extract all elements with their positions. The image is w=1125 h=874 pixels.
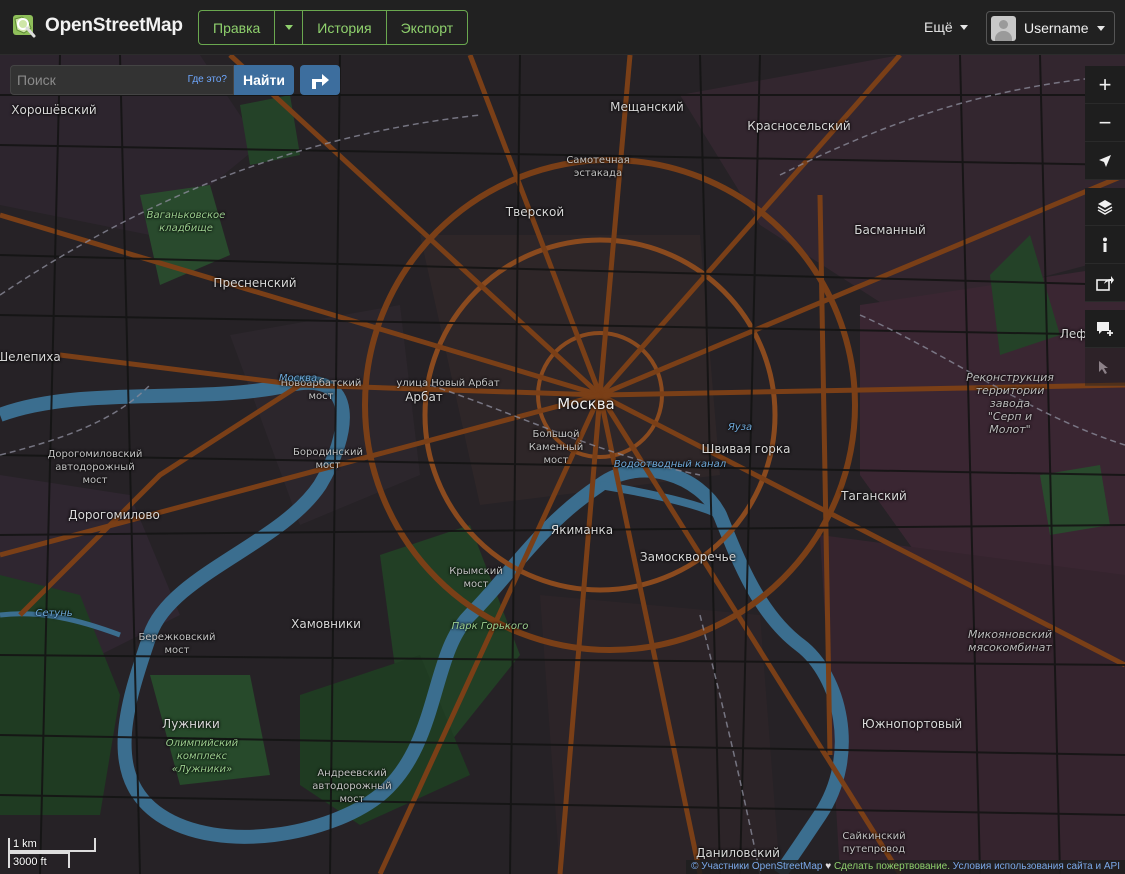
chevron-down-icon [284,25,293,30]
control-gap [1085,180,1125,188]
edit-dropdown-button[interactable] [275,11,304,44]
label-shvivaya: Швивая горка [701,442,791,456]
label-saikinsky: Сайкинский путепровод [842,831,906,855]
query-cursor-icon [1099,360,1108,374]
where-is-this-link[interactable]: Где это? [188,74,227,85]
search-form: Где это? Найти [10,65,340,95]
label-meshchansky: Мещанский [610,100,684,114]
map-controls: + − [1085,66,1125,386]
export-button[interactable]: Экспорт [387,11,468,44]
info-icon [1103,237,1107,252]
label-olympic-complex: Олимпийский комплекс «Лужники» [165,738,239,775]
osm-magnifier-logo-icon [13,15,36,38]
label-khamovniki: Хамовники [291,617,361,631]
edit-nav-group: Правка История Экспорт [198,10,469,45]
label-setun: Сетунь [35,608,73,619]
add-note-button[interactable] [1085,310,1125,348]
username-label: Username [1024,20,1089,36]
search-field: Где это? [10,65,234,95]
label-tverskoy: Тверской [505,205,565,219]
label-serp-molot: Реконструкция территории завода "Серп и Моло… [966,371,1054,436]
locate-button[interactable] [1085,142,1125,180]
label-yuzhnoportovy: Южнопортовый [861,717,963,731]
directions-arrow-icon [312,74,329,89]
scale-metric: 1 km [8,838,96,852]
donate-link[interactable]: Сделать пожертвование. [834,861,950,872]
label-vagankovo: Ваганьковское кладбище [146,210,226,234]
osm-app: OpenStreetMap Правка История Экспорт Ещё… [0,0,1125,874]
label-yauza: Яуза [727,422,753,433]
label-krasnoselsky: Красносельский [747,119,851,133]
chevron-down-icon [1096,25,1105,31]
header-bar: OpenStreetMap Правка История Экспорт Ещё… [0,0,1125,55]
zoom-out-button[interactable]: − [1085,104,1125,142]
plus-icon: + [1098,71,1112,97]
label-dorogomilovsky-bridge: Дорогомиловский автодорожный мост [47,449,143,486]
edit-button[interactable]: Правка [199,11,276,44]
directions-button[interactable] [300,65,340,95]
heart-icon: ♥ [825,861,832,872]
avatar [991,15,1016,41]
chevron-down-icon [959,24,968,30]
label-danilovsky: Даниловский [696,846,780,860]
layers-button[interactable] [1085,188,1125,226]
layers-icon [1097,199,1113,215]
contributors-link[interactable]: © Участники OpenStreetMap [691,861,822,872]
map-scale: 1 km 3000 ft [8,838,96,868]
label-dorogomilovo: Дорогомилово [68,508,160,522]
label-tagansky: Таганский [841,489,907,503]
search-button[interactable]: Найти [234,65,294,95]
label-bolshoy-kamenny: Большой Каменный мост [528,429,584,466]
label-mikoyan: Микояновский мясокомбинат [967,628,1053,654]
zoom-in-button[interactable]: + [1085,66,1125,104]
label-arbat: Арбат [405,390,443,404]
label-novy-arbat: улица Новый Арбат [396,378,500,389]
share-button[interactable] [1085,264,1125,302]
label-berezhkovsky-bridge: Бережковский мост [138,632,216,656]
label-khoroshevsky: Хорошёвский [11,103,97,117]
label-yakimanka: Якиманка [550,523,614,537]
query-features-button[interactable] [1085,348,1125,386]
label-moskva-river: Москва [278,373,318,384]
brand-name: OpenStreetMap [45,15,183,36]
label-luzhniki: Лужники [162,717,220,731]
more-label: Ещё [924,19,953,35]
label-basmanny: Басманный [854,223,926,237]
more-menu-button[interactable]: Ещё [924,19,968,35]
label-borodinsky: Бородинский мост [293,447,363,471]
label-moscow: Москва [557,395,615,413]
control-gap [1085,302,1125,310]
label-presnensky: Пресненский [213,276,297,290]
map-canvas[interactable]: Москва Хорошёвский Мещанский Красносельс… [0,55,1125,874]
map-info-button[interactable] [1085,226,1125,264]
history-button[interactable]: История [303,11,387,44]
brand-logo[interactable]: OpenStreetMap [10,12,183,40]
terms-link[interactable]: Условия использования сайта и API [953,861,1120,872]
search-input[interactable] [11,66,171,94]
label-park-gorkogo: Парк Горького [451,621,529,632]
attribution-bar: © Участники OpenStreetMap ♥ Сделать поже… [686,860,1125,874]
label-krymsky-bridge: Крымский мост [449,566,503,590]
add-note-icon [1097,321,1113,336]
user-menu-button[interactable]: Username [986,11,1115,45]
label-zamoskvorechye: Замоскворечье [639,550,737,564]
label-andreevsky-bridge: Андреевский автодорожный мост [312,768,392,805]
minus-icon: − [1098,109,1112,135]
scale-imperial: 3000 ft [8,852,70,868]
share-icon [1096,275,1114,291]
label-shelepikha: Шелепиха [0,350,61,364]
location-arrow-icon [1099,154,1111,167]
label-samotechnaya: Самотечная эстакада [566,155,630,179]
label-vodootvodny: Водоотводный канал [613,459,727,470]
